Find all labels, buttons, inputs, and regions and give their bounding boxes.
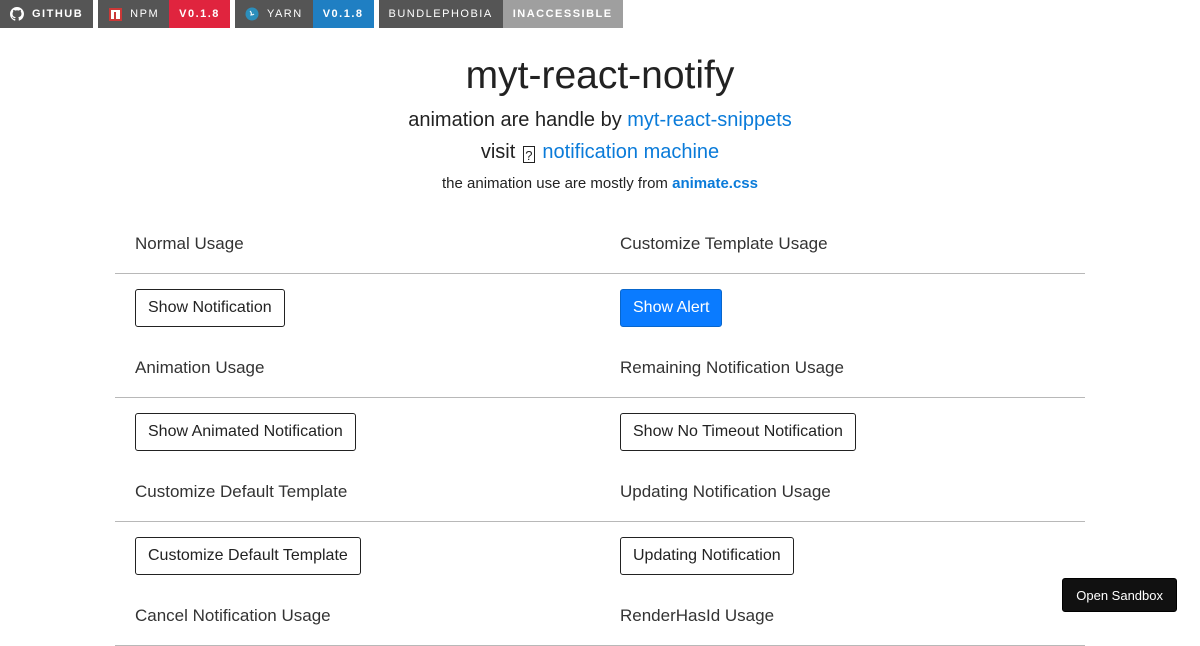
yarn-badge-label: YARN xyxy=(266,8,303,20)
usage-grid: Normal Usage Customize Template Usage Sh… xyxy=(115,220,1085,646)
yarn-badge[interactable]: YARN V0.1.8 xyxy=(234,0,374,28)
show-alert-button[interactable]: Show Alert xyxy=(620,289,723,327)
open-sandbox-button[interactable]: Open Sandbox xyxy=(1062,578,1177,612)
visit-text: visit xyxy=(480,141,516,163)
npm-version: V0.1.8 xyxy=(169,0,230,28)
show-animated-notification-button[interactable]: Show Animated Notification xyxy=(135,413,356,451)
yarn-icon xyxy=(245,7,259,21)
bundlephobia-label: BUNDLEPHOBIA xyxy=(378,0,503,28)
notification-machine-link[interactable]: notification machine xyxy=(542,141,719,163)
section-heading-row: Customize Default Template Updating Noti… xyxy=(115,468,1085,522)
bundlephobia-status: INACCESSIBLE xyxy=(502,0,623,28)
section-heading: Animation Usage xyxy=(135,358,265,377)
yarn-version: V0.1.8 xyxy=(312,0,374,28)
visit-line: visit ? notification machine xyxy=(0,139,1200,165)
github-icon xyxy=(10,7,24,21)
npm-icon xyxy=(108,7,122,21)
section-heading-row: Cancel Notification Usage RenderHasId Us… xyxy=(115,592,1085,646)
snippets-link[interactable]: myt-react-snippets xyxy=(627,109,792,131)
section-heading: Normal Usage xyxy=(135,234,244,253)
section-heading: RenderHasId Usage xyxy=(620,606,775,625)
button-row: Show Animated Notification Show No Timeo… xyxy=(115,398,1085,468)
section-heading: Updating Notification Usage xyxy=(620,482,831,501)
animation-source-text: the animation use are mostly from xyxy=(442,175,668,192)
section-heading: Cancel Notification Usage xyxy=(135,606,331,625)
credit-line: animation are handle by myt-react-snippe… xyxy=(0,107,1200,133)
section-heading: Customize Template Usage xyxy=(620,234,828,253)
animation-source-line: the animation use are mostly from animat… xyxy=(0,174,1200,194)
missing-glyph-icon: ? xyxy=(522,146,535,163)
animate-css-link[interactable]: animate.css xyxy=(672,175,758,192)
bundlephobia-badge[interactable]: BUNDLEPHOBIA INACCESSIBLE xyxy=(378,0,623,28)
button-row: Customize Default Template Updating Noti… xyxy=(115,522,1085,592)
updating-notification-button[interactable]: Updating Notification xyxy=(620,537,794,575)
page-title: myt-react-notify xyxy=(465,54,735,97)
npm-badge-label: NPM xyxy=(130,8,160,20)
npm-badge[interactable]: NPM V0.1.8 xyxy=(98,0,230,28)
github-badge-label: GITHUB xyxy=(32,8,84,20)
github-badge[interactable]: GITHUB xyxy=(0,0,94,28)
show-notification-button[interactable]: Show Notification xyxy=(135,289,285,327)
section-heading: Customize Default Template xyxy=(135,482,348,501)
section-heading: Remaining Notification Usage xyxy=(620,358,844,377)
show-no-timeout-notification-button[interactable]: Show No Timeout Notification xyxy=(620,413,856,451)
page-header: myt-react-notify animation are handle by… xyxy=(0,52,1200,194)
badge-bar: GITHUB NPM V0.1.8 YARN V0.1.8 BUNDLEPHOB… xyxy=(0,0,628,28)
credit-text: animation are handle by xyxy=(408,109,622,131)
section-heading-row: Animation Usage Remaining Notification U… xyxy=(115,344,1085,398)
customize-default-template-button[interactable]: Customize Default Template xyxy=(135,537,361,575)
section-heading-row: Normal Usage Customize Template Usage xyxy=(115,220,1085,274)
button-row: Show Notification Show Alert xyxy=(115,274,1085,344)
